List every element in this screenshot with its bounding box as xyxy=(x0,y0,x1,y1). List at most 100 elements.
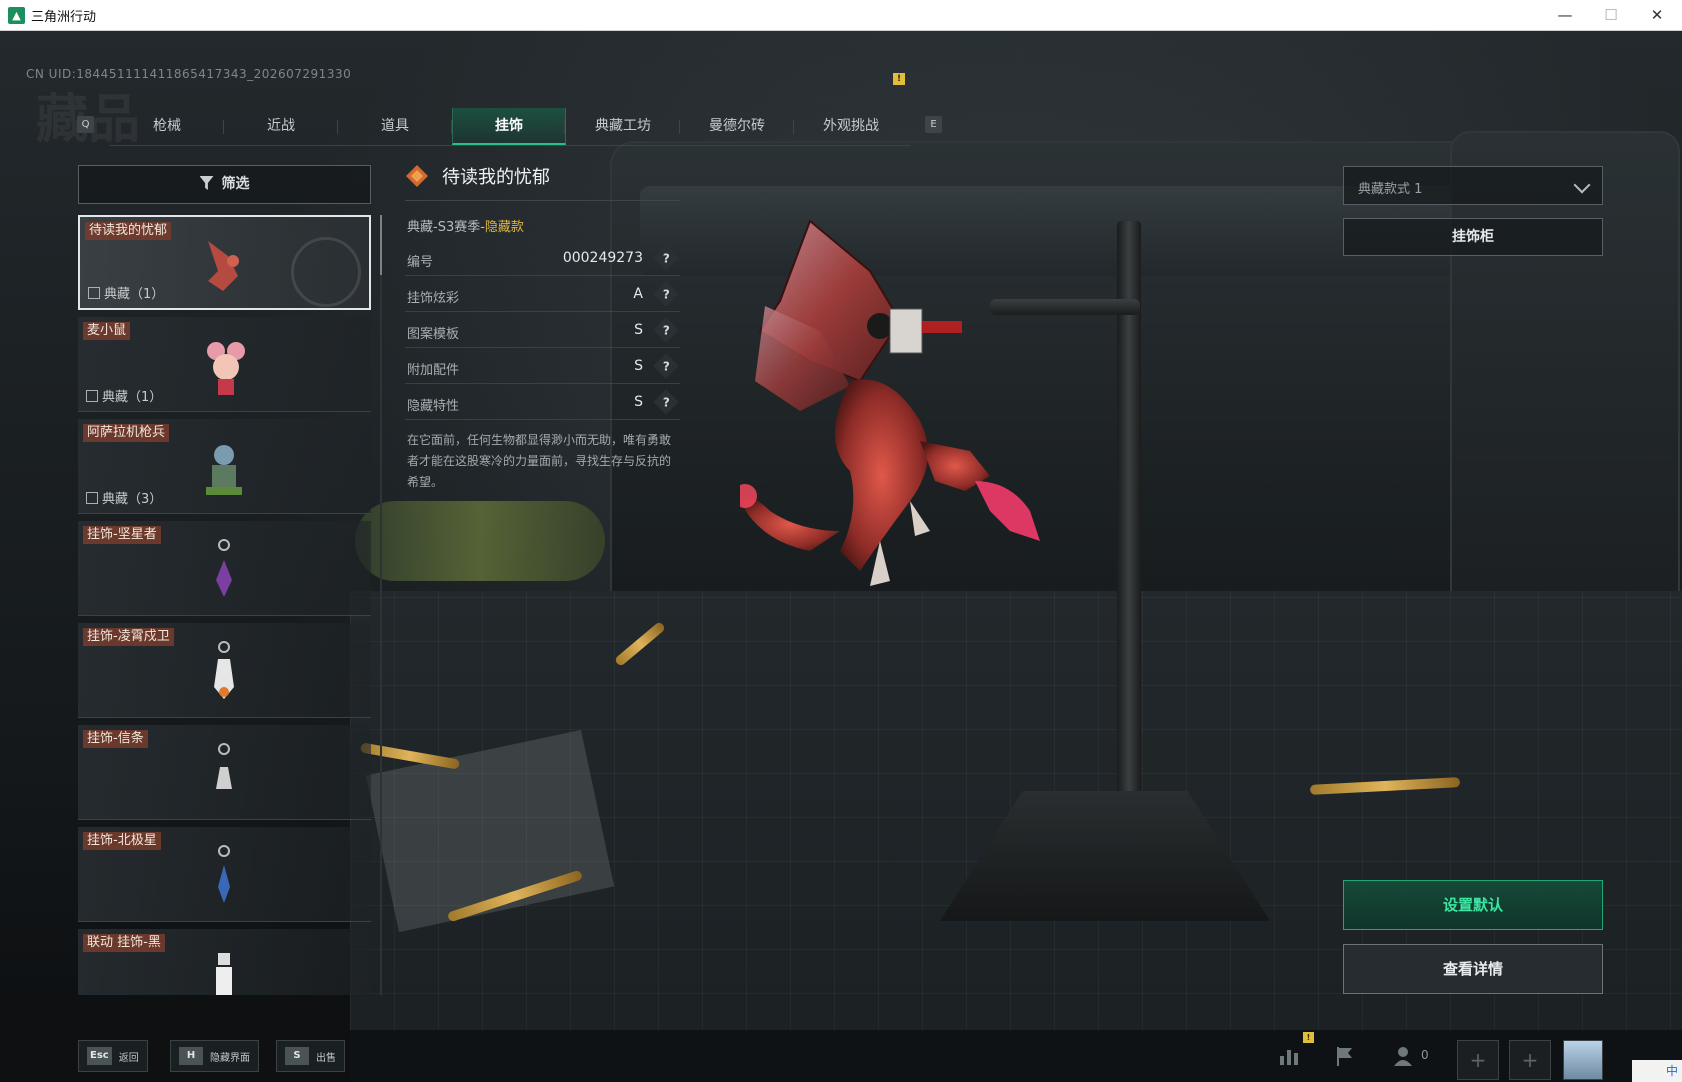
item-name: 联动 挂饰-黑 xyxy=(83,934,165,952)
item-name: 挂饰-坚星者 xyxy=(83,526,161,544)
hint-label: 返回 xyxy=(118,1052,139,1064)
collection-icon xyxy=(88,287,100,299)
stat-label: 隐藏特性 xyxy=(407,399,460,414)
charm-description: 在它面前，任何生物都显得渺小而无助，唯有勇敢者才能在这股寒冷的力量面前，寻找生存… xyxy=(407,433,672,489)
tab-workshop[interactable]: 典藏工坊 xyxy=(566,108,680,145)
list-item[interactable]: 阿萨拉机枪兵 典藏（3） xyxy=(78,419,371,514)
back-hint[interactable]: Esc 返回 xyxy=(78,1040,148,1072)
star-charm-thumbnail xyxy=(216,539,232,597)
filter-icon xyxy=(199,176,214,190)
tab-mandel-brick[interactable]: 曼德尔砖 xyxy=(680,108,794,145)
polaris-charm-thumbnail xyxy=(218,845,230,903)
item-count: 典藏（1） xyxy=(86,386,162,405)
item-count-text: 典藏（1） xyxy=(104,287,165,302)
stat-value: S xyxy=(634,394,643,410)
help-icon[interactable]: ? xyxy=(653,389,679,415)
app-icon: ▲ xyxy=(8,7,25,24)
item-name: 麦小鼠 xyxy=(83,322,131,340)
stat-row-pattern: 图案模板 S ? xyxy=(405,314,680,348)
charm-list: 待读我的忧郁 典藏（1） 麦小鼠 典藏（1） 阿萨拉机枪兵 典藏（3） 挂饰-坚… xyxy=(78,215,371,995)
creed-charm-thumbnail xyxy=(216,743,232,789)
help-icon[interactable]: ? xyxy=(653,281,679,307)
dragon-thumbnail xyxy=(208,241,239,291)
window-title: 三角洲行动 xyxy=(31,10,97,25)
key-badge: S xyxy=(285,1047,309,1065)
filter-label: 筛选 xyxy=(221,176,250,192)
stat-label: 编号 xyxy=(407,255,434,270)
maximize-button[interactable]: ☐ xyxy=(1588,0,1634,31)
stat-row-serial: 编号 000249273 ? xyxy=(405,242,680,276)
help-icon[interactable]: ? xyxy=(653,245,679,271)
list-item[interactable]: 麦小鼠 典藏（1） xyxy=(78,317,371,412)
friends-icon[interactable] xyxy=(1393,1044,1417,1068)
prev-tab-key[interactable]: Q xyxy=(77,116,94,133)
list-item[interactable]: 挂饰-凌霄戍卫 xyxy=(78,623,371,718)
hint-label: 出售 xyxy=(316,1052,336,1064)
tab-alert-badge: ! xyxy=(893,73,905,85)
stat-label: 附加配件 xyxy=(407,363,460,378)
hide-ui-hint[interactable]: H 隐藏界面 xyxy=(170,1040,259,1072)
tab-charms[interactable]: 挂饰 xyxy=(452,108,566,145)
stats-icon[interactable] xyxy=(1277,1044,1301,1068)
stat-row-accessory: 附加配件 S ? xyxy=(405,350,680,384)
stat-value: 000249273 xyxy=(562,250,643,266)
window-titlebar: ▲ 三角洲行动 — ☐ ✕ xyxy=(0,0,1682,31)
stat-value: A xyxy=(633,286,643,302)
help-icon[interactable]: ? xyxy=(653,317,679,343)
team-slot-button[interactable]: + xyxy=(1509,1040,1551,1080)
collection-icon xyxy=(86,390,98,402)
set-default-button[interactable]: 设置默认 xyxy=(1343,880,1603,930)
next-tab-key[interactable]: E xyxy=(925,116,942,133)
list-scrollbar-track[interactable] xyxy=(380,215,382,995)
ime-indicator[interactable]: 中 xyxy=(1632,1060,1682,1082)
help-icon[interactable]: ? xyxy=(653,353,679,379)
list-scrollbar-thumb[interactable] xyxy=(380,215,382,275)
list-item[interactable]: 联动 挂饰-黑 xyxy=(78,929,371,995)
collection-icon xyxy=(86,492,98,504)
flag-icon[interactable] xyxy=(1333,1044,1357,1068)
tab-props[interactable]: 道具 xyxy=(338,108,452,145)
item-name: 挂饰-凌霄戍卫 xyxy=(83,628,174,646)
list-item[interactable]: 待读我的忧郁 典藏（1） xyxy=(78,215,371,310)
collection-style-dropdown[interactable]: 典藏款式 1 xyxy=(1343,166,1603,205)
alert-badge: ! xyxy=(1303,1032,1314,1043)
filter-button[interactable]: 筛选 xyxy=(78,165,371,204)
item-name: 待读我的忧郁 xyxy=(85,222,172,240)
season-prefix: 典藏-S3赛季- xyxy=(407,220,485,235)
charm-cabinet-button[interactable]: 挂饰柜 xyxy=(1343,218,1603,256)
close-button[interactable]: ✕ xyxy=(1634,0,1680,31)
tab-guns[interactable]: 枪械 xyxy=(110,108,224,145)
team-slot-button[interactable]: + xyxy=(1457,1040,1499,1080)
item-count-text: 典藏（1） xyxy=(102,390,163,405)
list-item[interactable]: 挂饰-坚星者 xyxy=(78,521,371,616)
item-count-text: 典藏（3） xyxy=(102,492,163,507)
list-item[interactable]: 挂饰-北极星 xyxy=(78,827,371,922)
uid-text: CN UID:18445111141186541734​3_2026072913… xyxy=(26,67,352,81)
player-avatar[interactable] xyxy=(1563,1040,1603,1080)
stat-value: S xyxy=(634,358,643,374)
friends-count: 0 xyxy=(1421,1048,1429,1062)
dragon-charm-model[interactable] xyxy=(740,211,1120,631)
item-name: 挂饰-信条 xyxy=(83,730,148,748)
dropdown-value: 典藏款式 1 xyxy=(1358,182,1423,197)
list-item[interactable]: 挂饰-信条 xyxy=(78,725,371,820)
view-details-button[interactable]: 查看详情 xyxy=(1343,944,1603,994)
item-name: 挂饰-北极星 xyxy=(83,832,161,850)
season-line: 典藏-S3赛季-隐藏款 xyxy=(407,216,524,235)
hidden-variant-tag: 隐藏款 xyxy=(484,220,524,235)
chevron-down-icon xyxy=(1573,176,1591,194)
category-tabs: 枪械 近战 道具 挂饰 典藏工坊 曼德尔砖 外观挑战 xyxy=(110,108,910,146)
stat-label: 挂饰炫彩 xyxy=(407,291,460,306)
collab-charm-thumbnail xyxy=(216,953,232,995)
background-canister xyxy=(355,501,605,581)
hint-label: 隐藏界面 xyxy=(210,1052,250,1064)
item-count: 典藏（3） xyxy=(86,488,162,507)
tab-appearance-challenge[interactable]: 外观挑战 xyxy=(794,108,908,145)
rarity-diamond-icon xyxy=(406,165,428,187)
minimize-button[interactable]: — xyxy=(1542,0,1588,31)
divider xyxy=(405,200,680,201)
guardian-charm-thumbnail xyxy=(214,641,234,699)
tab-melee[interactable]: 近战 xyxy=(224,108,338,145)
sell-hint[interactable]: S 出售 xyxy=(276,1040,345,1072)
key-badge: H xyxy=(179,1047,203,1065)
